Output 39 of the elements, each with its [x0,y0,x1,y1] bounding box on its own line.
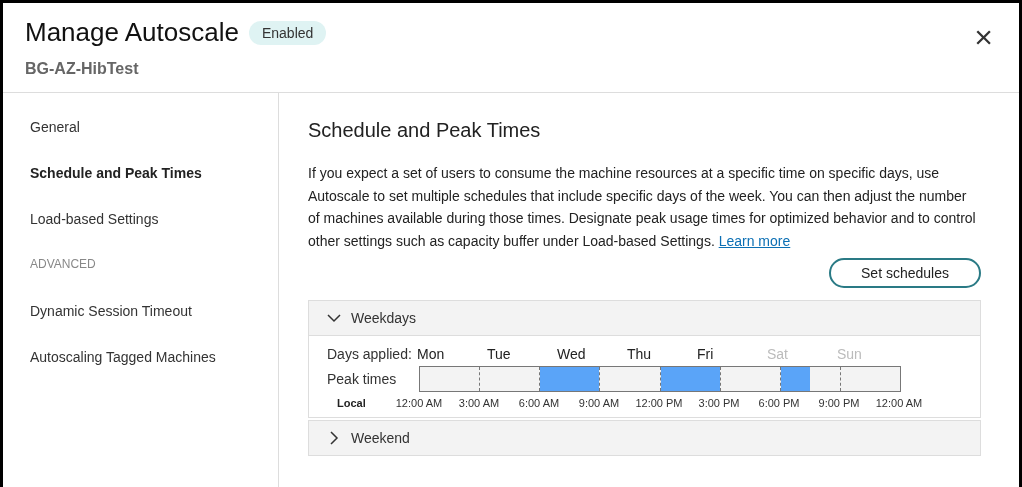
sidebar-item[interactable]: General [3,119,278,165]
close-button[interactable]: × [968,21,999,53]
schedule-name: Weekend [351,430,410,446]
window-title: Manage Autoscale [25,17,239,48]
peak-label: Peak times [327,371,398,387]
sidebar-item[interactable]: Load-based Settings [3,211,278,257]
day-label: Tue [487,346,512,362]
time-label: 3:00 PM [697,397,741,409]
time-label: 6:00 AM [517,397,561,409]
schedule-header[interactable]: Weekdays [309,301,980,335]
sidebar-item[interactable]: Schedule and Peak Times [3,165,278,211]
set-schedules-button[interactable]: Set schedules [829,258,981,288]
section-heading: Schedule and Peak Times [308,119,542,142]
status-badge: Enabled [248,20,327,45]
window-subtitle: BG-AZ-HibTest [25,60,140,78]
time-label: 3:00 AM [457,397,501,409]
sidebar-heading: ADVANCED [29,257,97,273]
day-label: Wed [557,346,587,362]
caret-icon [327,431,341,445]
day-label: Sun [837,346,863,362]
time-label: 12:00 AM [394,397,444,409]
timezone-label: Local [336,397,367,409]
schedule-header[interactable]: Weekend [309,421,980,455]
time-label: 12:00 PM [634,397,684,409]
time-label: 9:00 PM [817,397,861,409]
schedule-name: Weekdays [351,310,417,326]
description-text: If you expect a set of users to consume the machine resources at a specific time on specific days, use Autoscale to set multiple schedules that include specific days of the week. You can then adjust the number of machines available during those times. Designate peak usage times for optimized behavior and to control other settings such as capacity buffer under Load-based Settings. Learn more [308,164,977,251]
day-label: Sat [767,346,789,362]
day-label: Mon [417,346,446,362]
sidebar-item[interactable]: Autoscaling Tagged Machines [3,349,278,395]
day-label: Fri [697,346,715,362]
caret-icon [327,311,341,325]
time-label: 6:00 PM [757,397,801,409]
days-label: Days applied: [327,346,413,362]
sidebar-item[interactable]: Dynamic Session Timeout [3,303,278,349]
learn-more-link[interactable]: Learn more [718,232,791,249]
day-label: Thu [627,346,653,362]
time-label: 12:00 AM [874,397,924,409]
time-label: 9:00 AM [577,397,621,409]
